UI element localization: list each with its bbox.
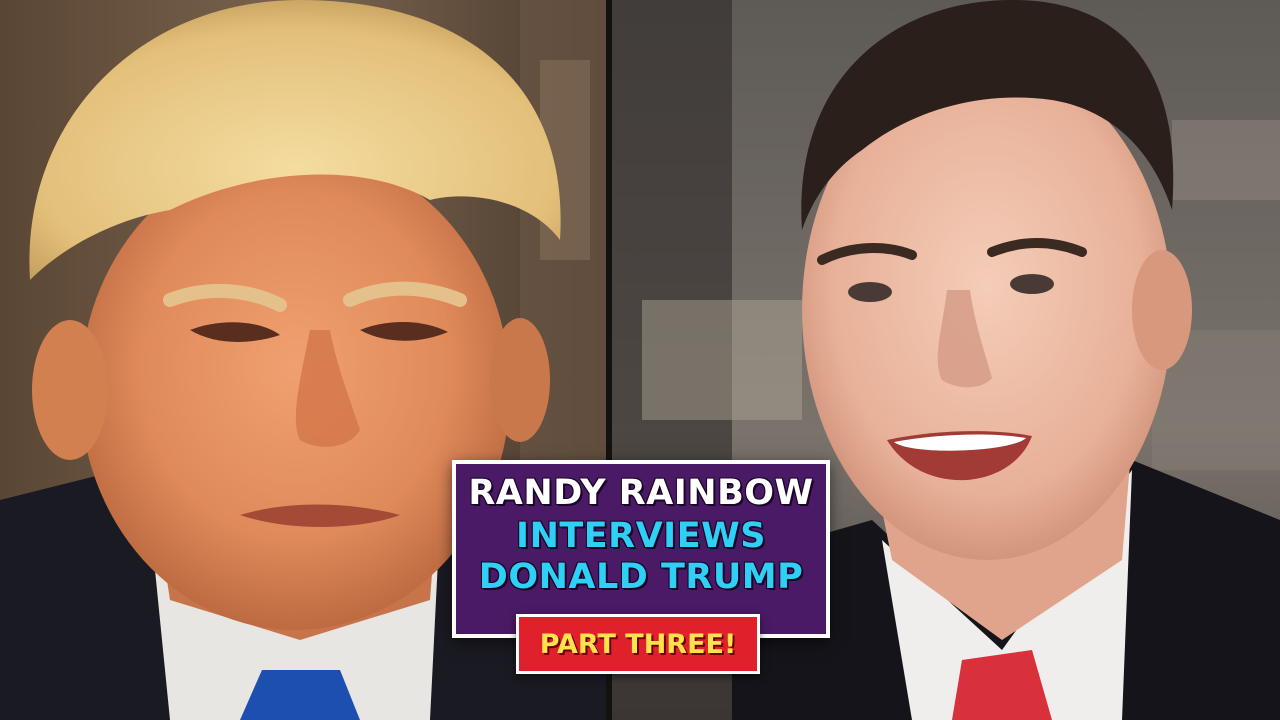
- title-line-host: RANDY RAINBOW: [468, 473, 814, 513]
- part-badge-label: PART THREE!: [539, 628, 737, 660]
- title-line-action: INTERVIEWS: [516, 516, 766, 556]
- part-badge: PART THREE!: [516, 614, 760, 674]
- title-card: RANDY RAINBOW INTERVIEWS DONALD TRUMP: [452, 460, 830, 638]
- title-line-guest: DONALD TRUMP: [478, 557, 804, 597]
